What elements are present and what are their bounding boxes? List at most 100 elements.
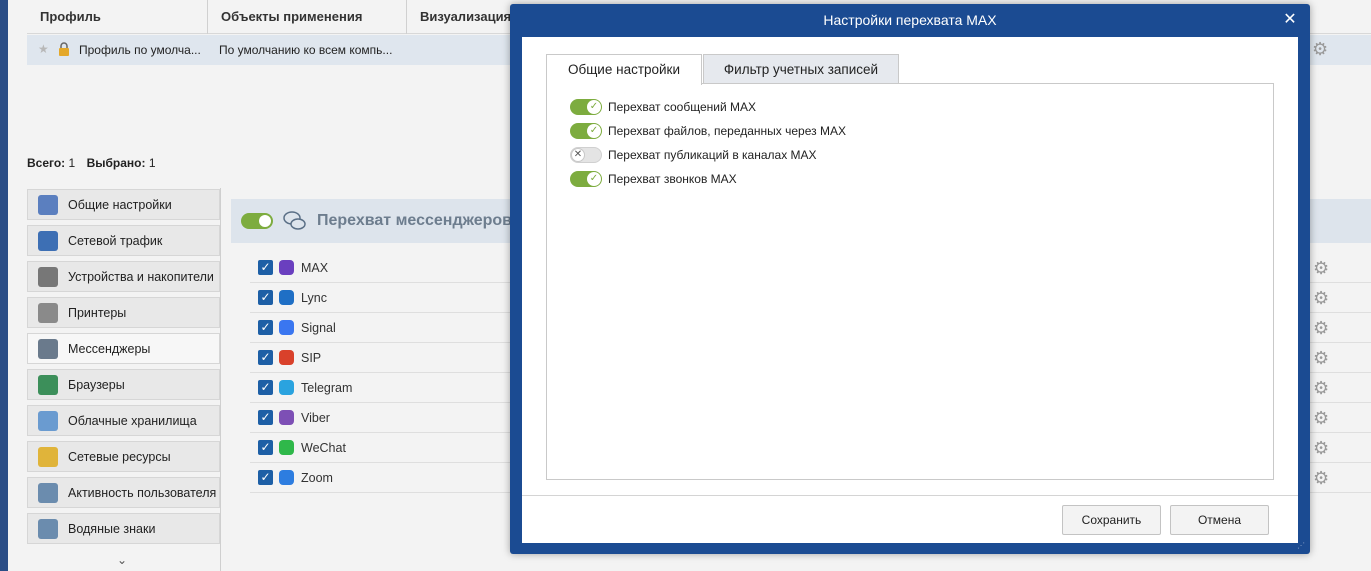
option-toggle[interactable]: ✓: [570, 123, 602, 139]
checkbox[interactable]: ✓: [258, 440, 273, 455]
tab-account-filter[interactable]: Фильтр учетных записей: [703, 54, 899, 84]
gear-icon[interactable]: ⚙: [1313, 349, 1331, 367]
sidebar-item-label: Сетевой трафик: [68, 233, 163, 248]
option-row: ✓ Перехват сообщений MAX: [570, 97, 756, 117]
messenger-label: MAX: [301, 261, 329, 275]
chat-bubbles-icon: [38, 338, 58, 359]
column-header-scope[interactable]: Объекты применения: [208, 0, 407, 34]
signal-icon: [279, 320, 294, 335]
tab-general-settings[interactable]: Общие настройки: [546, 54, 702, 85]
settings-sidebar: Общие настройки Сетевой трафик Устройства …: [27, 188, 221, 571]
check-icon: ✓: [587, 100, 601, 114]
dialog-body: Общие настройки Фильтр учетных записей ✓…: [522, 37, 1298, 543]
globe-icon: [38, 374, 58, 395]
phone-icon: [279, 350, 294, 365]
option-toggle[interactable]: ✓: [570, 99, 602, 115]
sidebar-item-label: Сетевые ресурсы: [68, 449, 171, 464]
check-icon: ✓: [587, 124, 601, 138]
profile-scope: По умолчанию ко всем компь...: [219, 43, 393, 57]
sidebar-item[interactable]: Активность пользователя: [27, 477, 220, 508]
telegram-icon: [279, 380, 294, 395]
lync-icon: [279, 290, 294, 305]
messengers-toggle[interactable]: [241, 213, 273, 229]
messenger-label: Zoom: [301, 471, 333, 485]
sidebar-item[interactable]: Браузеры: [27, 369, 220, 400]
sidebar-item[interactable]: Устройства и накопители: [27, 261, 220, 292]
selection-counts: Всего: 1 Выбрано: 1: [27, 156, 164, 170]
network-traffic-icon: [38, 230, 58, 251]
monitor-clock-icon: [38, 482, 58, 503]
max-icon: [279, 260, 294, 275]
cloud-icon: [38, 410, 58, 431]
sidebar-item-label: Мессенджеры: [68, 341, 151, 356]
gear-icon[interactable]: ⚙: [1313, 379, 1331, 397]
option-toggle[interactable]: ✓: [570, 171, 602, 187]
zoom-icon: [279, 470, 294, 485]
cross-icon: ✕: [571, 148, 585, 162]
checkbox[interactable]: ✓: [258, 410, 273, 425]
gear-icon[interactable]: ⚙: [1313, 319, 1331, 337]
messenger-label: Viber: [301, 411, 330, 425]
star-icon[interactable]: ★: [38, 43, 50, 55]
option-label: Перехват звонков MAX: [608, 172, 737, 186]
total-value: 1: [68, 156, 76, 170]
checkbox[interactable]: ✓: [258, 350, 273, 365]
sidebar-item-label: Активность пользователя: [68, 485, 217, 500]
messenger-label: Signal: [301, 321, 336, 335]
sidebar-item-label: Устройства и накопители: [68, 269, 214, 284]
sidebar-item[interactable]: Облачные хранилища: [27, 405, 220, 436]
option-label: Перехват файлов, переданных через MAX: [608, 124, 846, 138]
option-label: Перехват сообщений MAX: [608, 100, 757, 114]
settings-badge-icon: [38, 194, 58, 215]
chat-bubbles-icon: [283, 211, 306, 230]
gear-icon[interactable]: ⚙: [1313, 469, 1331, 487]
cancel-button[interactable]: Отмена: [1170, 505, 1269, 535]
profile-name: Профиль по умолча...: [79, 43, 201, 57]
devices-icon: [38, 266, 58, 287]
folder-icon: [38, 446, 58, 467]
resize-grip-icon[interactable]: ⋰: [1297, 542, 1305, 550]
viber-icon: [279, 410, 294, 425]
sidebar-item-label: Водяные знаки: [68, 521, 156, 536]
selected-value: 1: [148, 156, 156, 170]
general-settings-panel: ✓ Перехват сообщений MAX ✓ Перехват файлов,…: [546, 83, 1274, 480]
option-toggle[interactable]: ✕: [570, 147, 602, 163]
option-row: ✓ Перехват файлов, переданных через MAX: [570, 121, 846, 141]
sidebar-item[interactable]: Сетевой трафик: [27, 225, 220, 256]
sidebar-item[interactable]: Мессенджеры: [27, 333, 220, 364]
selected-label: Выбрано:: [86, 156, 146, 170]
sidebar-item[interactable]: Сетевые ресурсы: [27, 441, 220, 472]
gear-icon[interactable]: ⚙: [1313, 439, 1331, 457]
sidebar-item[interactable]: Водяные знаки: [27, 513, 220, 544]
checkbox[interactable]: ✓: [258, 380, 273, 395]
sidebar-item[interactable]: Принтеры: [27, 297, 220, 328]
settings-dialog: Настройки перехвата MAX ✕ Общие настройк…: [510, 4, 1310, 554]
gear-icon[interactable]: ⚙: [1313, 409, 1331, 427]
sidebar-item-label: Облачные хранилища: [68, 413, 197, 428]
option-row: ✕ Перехват публикаций в каналах MAX: [570, 145, 817, 165]
wechat-icon: [279, 440, 294, 455]
sidebar-item-label: Общие настройки: [68, 197, 172, 212]
printer-icon: [38, 302, 58, 323]
column-header-profile[interactable]: Профиль: [27, 0, 208, 34]
checkbox[interactable]: ✓: [258, 260, 273, 275]
gear-icon[interactable]: ⚙: [1313, 259, 1331, 277]
option-row: ✓ Перехват звонков MAX: [570, 169, 737, 189]
checkbox[interactable]: ✓: [258, 290, 273, 305]
checkbox[interactable]: ✓: [258, 320, 273, 335]
check-icon: ✓: [587, 172, 601, 186]
checkbox[interactable]: ✓: [258, 470, 273, 485]
left-window-strip: [0, 0, 8, 571]
save-button[interactable]: Сохранить: [1062, 505, 1161, 535]
sidebar-item-label: Браузеры: [68, 377, 125, 392]
option-label: Перехват публикаций в каналах MAX: [608, 148, 817, 162]
sidebar-item[interactable]: Общие настройки: [27, 189, 220, 220]
messenger-label: WeChat: [301, 441, 346, 455]
chevron-down-icon[interactable]: ⌄: [117, 554, 127, 566]
messenger-label: Telegram: [301, 381, 353, 395]
total-label: Всего:: [27, 156, 66, 170]
gear-icon[interactable]: ⚙: [1313, 289, 1331, 307]
gear-icon[interactable]: ⚙: [1312, 40, 1328, 58]
dialog-title: Настройки перехвата MAX: [823, 12, 997, 28]
close-icon[interactable]: ✕: [1281, 11, 1299, 29]
